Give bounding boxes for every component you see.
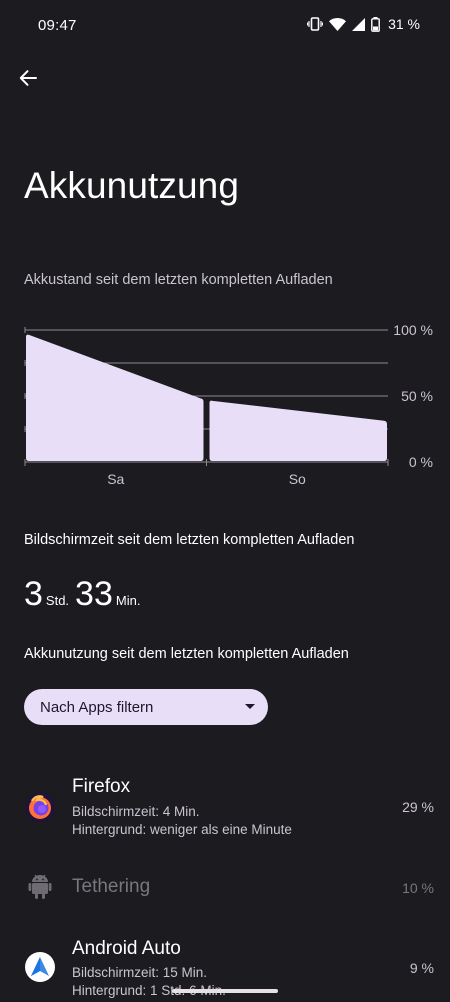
cell-signal-icon (352, 17, 366, 31)
app-name: Tethering (72, 876, 151, 897)
app-background-time: Hintergrund: weniger als eine Minute (72, 822, 292, 837)
app-screen-time: Bildschirmzeit: 4 Min. (72, 804, 200, 819)
chart-area-so (209, 400, 387, 461)
chart-y-label: 100 % (393, 322, 433, 338)
filter-dropdown-label: Nach Apps filtern (40, 698, 154, 716)
screen-time-hours-unit: Std. (45, 593, 70, 608)
status-bar: 09:47 31 % (0, 0, 450, 50)
app-percent: 9 % (409, 960, 434, 976)
battery-icon (371, 16, 380, 32)
vibrate-icon (307, 17, 324, 31)
screen-time-minutes-unit: Min. (115, 593, 141, 608)
app-name: Firefox (72, 776, 131, 797)
app-percent: 29 % (402, 799, 434, 815)
chart-x-label: Sa (107, 471, 124, 487)
status-time: 09:47 (38, 17, 77, 34)
android-icon (24, 870, 56, 902)
dropdown-arrow-icon (245, 704, 255, 709)
app-row-firefox[interactable]: Firefox Bildschirmzeit: 4 Min. Hintergru… (0, 770, 450, 842)
app-name: Android Auto (72, 938, 181, 959)
battery-percent: 31 % (388, 16, 420, 32)
screen-time-value: 3 Std. 33 Min. (24, 575, 146, 614)
app-screen-time: Bildschirmzeit: 15 Min. (72, 965, 208, 980)
screen-time-minutes: 33 (75, 575, 113, 613)
chart-area-sa (26, 334, 204, 461)
wifi-icon (329, 17, 347, 31)
chart-y-label: 0 % (409, 454, 433, 470)
chart-caption: Akkustand seit dem letzten kompletten Au… (24, 272, 333, 288)
gesture-nav-handle[interactable] (172, 989, 278, 993)
chart-y-label: 50 % (401, 388, 433, 404)
arrow-back-icon (19, 70, 37, 86)
usage-label: Akkunutzung seit dem letzten kompletten … (24, 646, 349, 662)
filter-dropdown[interactable]: Nach Apps filtern (24, 689, 268, 725)
screen-time-label: Bildschirmzeit seit dem letzten komplett… (24, 532, 355, 548)
status-icons: 31 % (307, 16, 420, 32)
app-percent: 10 % (402, 880, 434, 896)
firefox-icon (24, 791, 56, 823)
battery-chart: 100 % 50 % 0 % Sa So (0, 320, 450, 490)
app-row-tethering[interactable]: Tethering 10 % (0, 866, 450, 906)
screen-time-hours: 3 (24, 575, 43, 613)
chart-x-label: So (289, 471, 306, 487)
android-auto-icon (24, 951, 56, 983)
page-title: Akkunutzung (24, 165, 240, 206)
back-button[interactable] (14, 64, 42, 92)
